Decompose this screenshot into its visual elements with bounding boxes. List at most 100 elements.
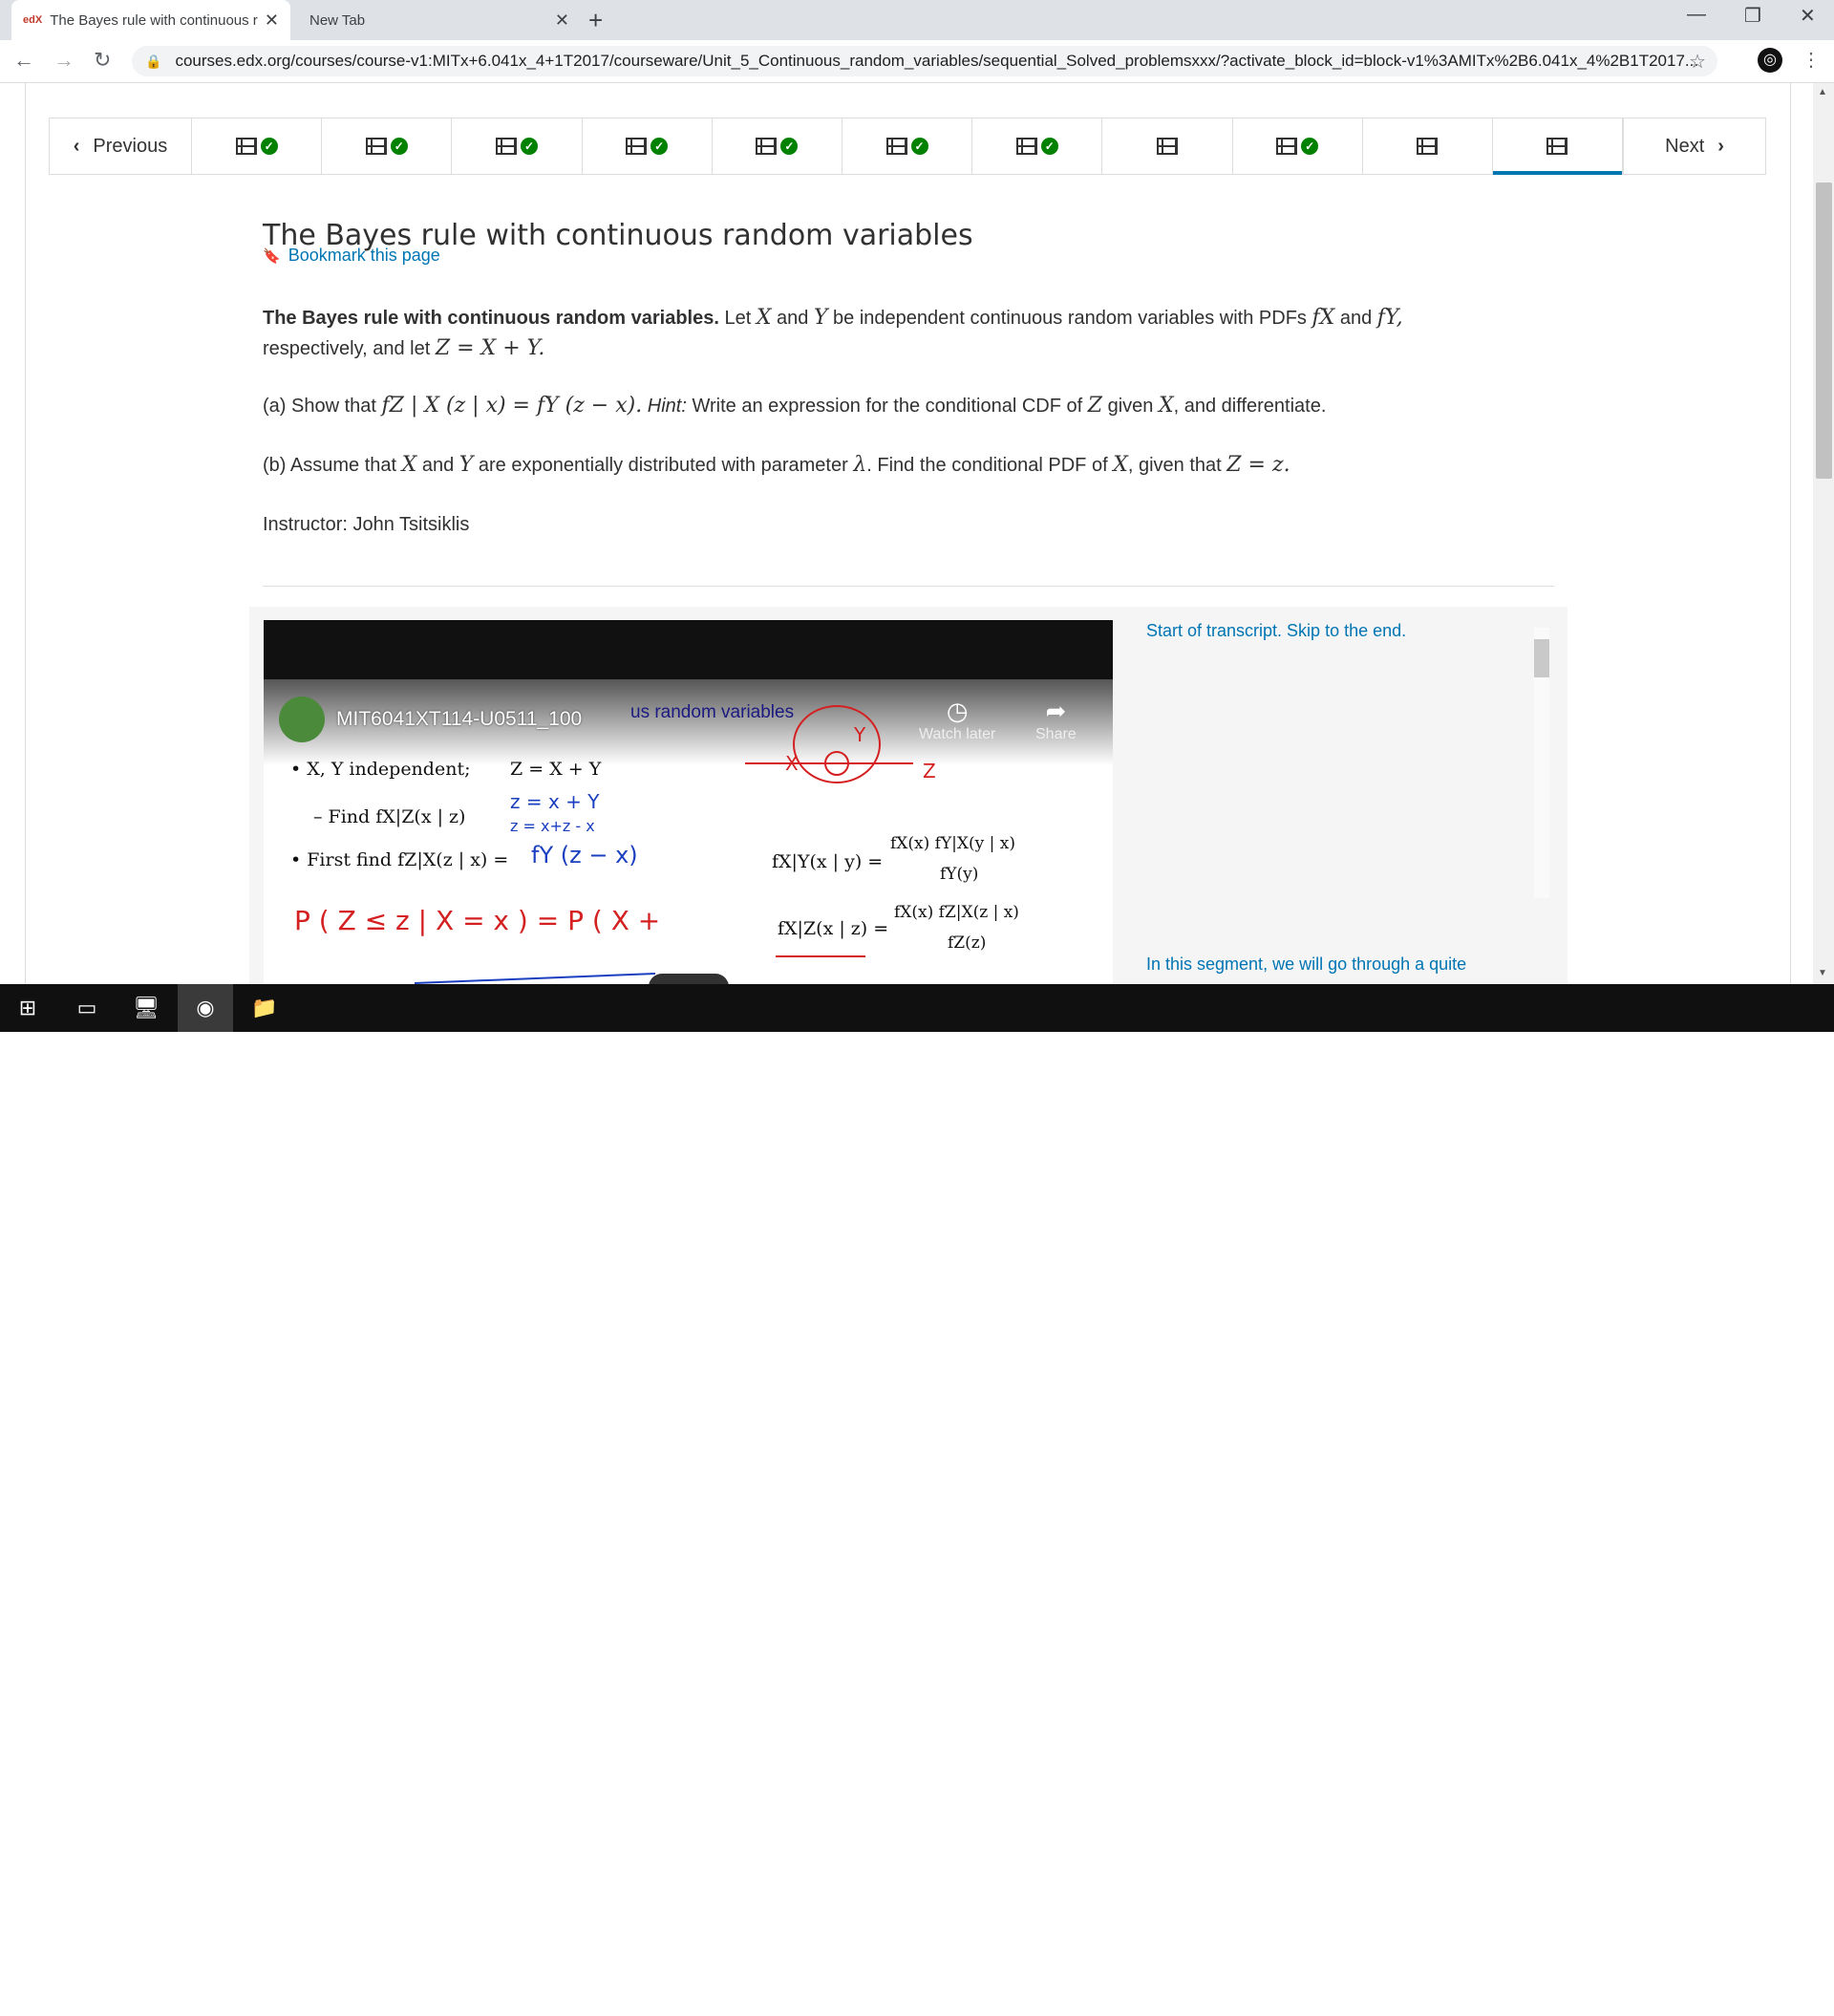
check-icon: ✓ [910, 138, 928, 155]
part-b-text: . Find the conditional PDF of [866, 455, 1114, 476]
reload-icon[interactable]: ↻ [94, 48, 111, 73]
sequence-item-4[interactable]: ✓ [583, 118, 713, 174]
part-b-text: are exponentially distributed with param… [473, 455, 854, 476]
tab-title: New Tab [309, 11, 366, 29]
sequence-item-2[interactable]: ✓ [322, 118, 453, 174]
sequence-item-3[interactable]: ✓ [452, 118, 583, 174]
tab-title: The Bayes rule with continuous r [50, 11, 258, 29]
sequence-item-6[interactable]: ✓ [842, 118, 973, 174]
page-left-border [25, 83, 26, 984]
math-X: X [1113, 453, 1128, 477]
chevron-left-icon: ‹ [73, 135, 80, 157]
page-scrollbar-thumb[interactable] [1816, 182, 1832, 479]
video-icon [365, 138, 387, 155]
math-Z: Z [1087, 394, 1103, 418]
problem-intro: The Bayes rule with continuous random va… [263, 303, 1403, 364]
math-Y: Y [813, 306, 828, 330]
clock-date: 6/14/2020 [1698, 1998, 1759, 2013]
tab-new[interactable]: New Tab ✕ [298, 0, 581, 40]
app-taskbar-icon[interactable]: 🖥 [118, 984, 174, 1032]
address-bar-row: ← → ↻ 🔒 courses.edx.org/courses/course-v… [0, 40, 1834, 83]
intro-bold: The Bayes rule with continuous random va… [263, 308, 719, 329]
scroll-down-arrow-icon[interactable]: ▼ [1818, 968, 1827, 978]
math-X: X [401, 453, 417, 477]
windows-taskbar: ⊞ ▭ 🖥 ◉ 📁 ▭ ◔ ◁) 5:46 PM 6/14/2020 ☐ [0, 984, 1834, 2013]
close-icon[interactable]: ✕ [1800, 4, 1816, 28]
url-bar[interactable]: 🔒 courses.edx.org/courses/course-v1:MITx… [132, 46, 1717, 76]
taskbar-clock[interactable]: 5:46 PM 6/14/2020 [1681, 1974, 1777, 2016]
check-icon: ✓ [390, 138, 408, 155]
transcript-skip-link[interactable]: Start of transcript. Skip to the end. [1146, 621, 1406, 641]
math-X: X [1158, 394, 1174, 418]
new-tab-icon[interactable]: + [588, 6, 603, 35]
menu-kebab-icon[interactable]: ⋮ [1802, 48, 1821, 72]
previous-label: Previous [93, 135, 168, 157]
sequence-item-10[interactable] [1363, 118, 1493, 174]
video-icon [1417, 138, 1439, 155]
intro-text: and [771, 308, 814, 329]
sequence-item-5[interactable]: ✓ [713, 118, 842, 174]
tray-network-icon[interactable]: ◔ [1614, 1982, 1624, 1999]
video-icon [235, 138, 257, 155]
previous-button[interactable]: ‹ Previous [50, 118, 192, 174]
check-icon: ✓ [650, 138, 669, 155]
check-icon: ✓ [260, 138, 278, 155]
video-icon [756, 138, 778, 155]
bookmark-button[interactable]: 🔖 Bookmark this page [263, 246, 440, 266]
minimize-icon[interactable]: — [1687, 4, 1706, 26]
task-view-icon[interactable]: ▭ [59, 984, 115, 1032]
page-right-border [1790, 83, 1791, 984]
tab-active[interactable]: edX The Bayes rule with continuous r ✕ [11, 0, 290, 40]
windows-start-icon[interactable]: ⊞ [0, 984, 55, 1032]
transcript-line[interactable]: In this segment, we will go through a qu… [1146, 954, 1466, 975]
transcript-scrollbar-thumb[interactable] [1534, 639, 1549, 677]
video-player[interactable]: us random variables MIT6041XT114-U0511_1… [264, 620, 1113, 984]
check-icon: ✓ [1301, 138, 1319, 155]
back-icon[interactable]: ← [13, 48, 34, 73]
forward-icon[interactable]: → [53, 48, 75, 73]
sequence-item-9[interactable]: ✓ [1233, 118, 1363, 174]
sequence-item-1[interactable]: ✓ [192, 118, 323, 174]
math-lambda: λ [853, 453, 867, 477]
instructor-line: Instructor: John Tsitsiklis [263, 514, 470, 535]
part-b-text: , given that [1127, 455, 1227, 476]
bookmark-label: Bookmark this page [288, 246, 440, 265]
part-b: (b) Assume that X and Y are exponentiall… [263, 450, 1290, 481]
play-button[interactable] [649, 974, 729, 984]
content-divider [263, 586, 1554, 587]
video-icon [626, 138, 648, 155]
profile-avatar-icon[interactable]: ◎ [1758, 48, 1782, 73]
bookmark-icon: 🔖 [263, 247, 281, 265]
next-button[interactable]: Next › [1623, 118, 1765, 174]
video-icon [495, 138, 517, 155]
tray-volume-icon[interactable]: ◁) [1645, 1982, 1662, 2001]
sequence-item-8[interactable] [1102, 118, 1233, 174]
video-icon [1156, 138, 1178, 155]
video-icon [885, 138, 907, 155]
next-label: Next [1665, 135, 1705, 157]
sequence-item-7[interactable]: ✓ [972, 118, 1103, 174]
math-part-a-formula: fZ | X (z | x) = fY (z − x). [381, 394, 643, 418]
part-a-text: given [1102, 396, 1159, 417]
part-a-text: Write an expression for the conditional … [686, 396, 1088, 417]
scroll-up-arrow-icon[interactable]: ▲ [1818, 87, 1827, 97]
sequence-nav: ‹ Previous ✓ ✓ ✓ ✓ ✓ ✓ ✓ ✓ Next › [49, 118, 1766, 175]
math-Y: Y [458, 453, 474, 477]
file-explorer-icon[interactable]: 📁 [237, 984, 292, 1032]
intro-text: and [1334, 308, 1377, 329]
chrome-taskbar-icon[interactable]: ◉ [178, 984, 233, 1032]
intro-text: respectively, and let [263, 338, 436, 359]
part-b-text: (b) Assume that [263, 455, 402, 476]
sequence-item-11-active[interactable] [1492, 118, 1624, 175]
intro-text: Let [718, 308, 757, 329]
tray-battery-icon[interactable]: ▭ [1582, 1982, 1596, 2001]
math-fY: fY, [1376, 306, 1403, 330]
part-a: (a) Show that fZ | X (z | x) = fY (z − x… [263, 391, 1326, 421]
chevron-right-icon: › [1717, 135, 1724, 157]
notifications-icon[interactable]: ☐ [1786, 1982, 1800, 2001]
tab-close-icon[interactable]: ✕ [555, 11, 569, 31]
tab-close-icon[interactable]: ✕ [265, 11, 279, 31]
restore-icon[interactable]: ❐ [1744, 4, 1761, 28]
bookmark-star-icon[interactable]: ☆ [1689, 50, 1706, 74]
math-fX: fX [1312, 306, 1335, 330]
